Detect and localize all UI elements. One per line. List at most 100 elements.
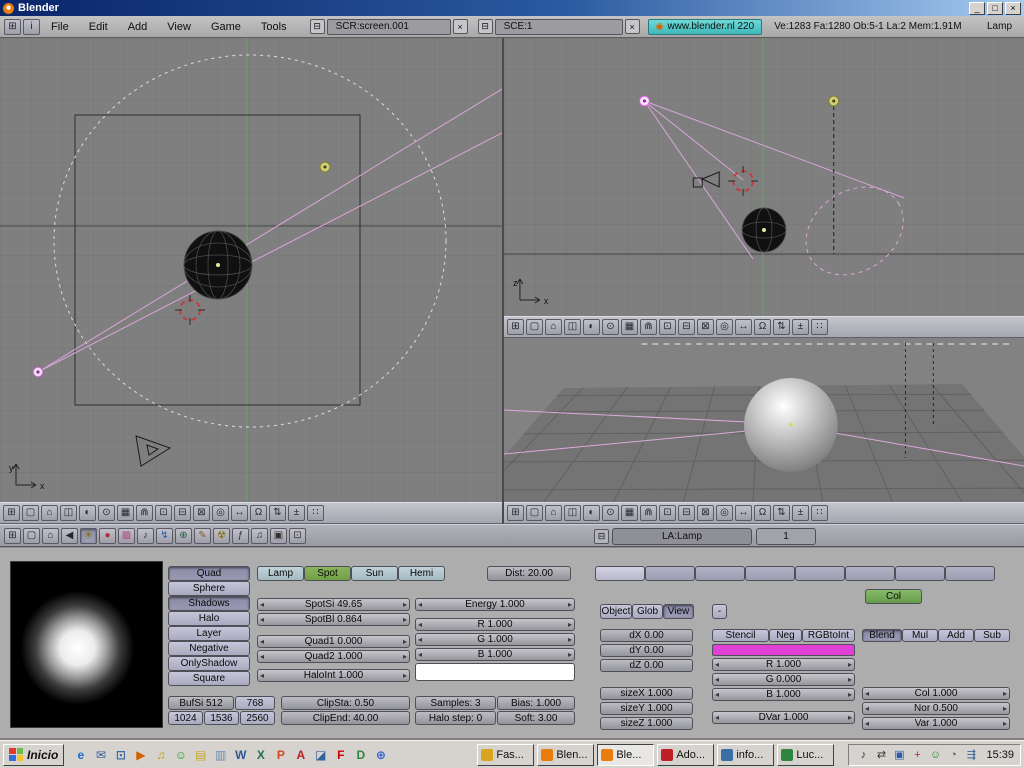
energy-slider[interactable]: Energy 1.000 [415, 598, 575, 611]
spotbl-slider[interactable]: SpotBl 0.864 [257, 613, 410, 626]
add-button[interactable]: Add [938, 629, 974, 642]
layers-icon[interactable]: ▦ [117, 505, 134, 521]
aspect-icon[interactable]: ⇅ [773, 319, 790, 335]
texture-color-bar[interactable] [712, 644, 855, 656]
home-icon[interactable]: ⌂ [545, 505, 562, 521]
animation-buttons-icon[interactable]: ♪ [137, 527, 154, 544]
snap-icon[interactable]: ± [792, 505, 809, 521]
halo-toggle[interactable]: Halo [168, 611, 250, 626]
pan-view-icon[interactable]: ↔ [231, 505, 248, 521]
scheduler-icon[interactable]: ◔ [945, 747, 961, 763]
powerpoint-icon[interactable]: P [271, 745, 290, 764]
tex-b-slider[interactable]: B 1.000 [712, 688, 855, 701]
taskbar-task-luc[interactable]: Luc... [777, 743, 835, 766]
paint-buttons-icon[interactable]: ✎ [194, 527, 211, 544]
info-icon[interactable]: i [23, 18, 40, 35]
fullscreen-icon[interactable]: ▢ [526, 505, 543, 521]
taskbar-task-ado[interactable]: Ado... [657, 743, 715, 766]
lamp-type-spot-button[interactable]: Spot [304, 566, 351, 581]
paste-attributes-icon[interactable]: ⊟ [678, 505, 695, 521]
sphere-object[interactable] [744, 378, 838, 472]
usb-icon[interactable]: ⇶ [963, 747, 979, 763]
maximize-button[interactable]: □ [987, 1, 1003, 15]
home-icon[interactable]: ⌂ [42, 527, 59, 544]
outlook-icon[interactable]: ✉ [91, 745, 110, 764]
sphere-toggle[interactable]: Sphere [168, 581, 250, 596]
nor-slider[interactable]: Nor 0.500 [862, 702, 1010, 715]
texture-channel-button[interactable] [595, 566, 645, 581]
back-icon[interactable]: ◀ [61, 527, 78, 544]
lock-icon[interactable]: ⋒ [136, 505, 153, 521]
paste-attributes-icon[interactable]: ⊟ [174, 505, 191, 521]
menu-game[interactable]: Game [202, 21, 250, 33]
lamp-type-sun-button[interactable]: Sun [351, 566, 398, 581]
stencil-button[interactable]: Stencil [712, 629, 769, 642]
pivot-icon[interactable]: ⊙ [602, 505, 619, 521]
r-slider[interactable]: R 1.000 [415, 618, 575, 631]
viewport-top[interactable]: y x ⊞ ▢ ⌂ ◫ ◐ ⊙ ▦ ⋒ ⊡ ⊟ ⊠ ◎ ↔ Ω ⇅ ± ∷ [0, 38, 502, 524]
object-mode-icon[interactable]: ◫ [564, 319, 581, 335]
coord-view-button[interactable]: View [663, 604, 694, 619]
square-toggle[interactable]: Square [168, 671, 250, 686]
quad-toggle[interactable]: Quad [168, 566, 250, 581]
screen-close-button[interactable]: × [452, 19, 468, 34]
draw-type-icon[interactable]: ◐ [583, 505, 600, 521]
editor-type-icon[interactable]: ⊞ [4, 527, 21, 544]
display-buttons-icon[interactable]: ▣ [270, 527, 287, 544]
viewport-camera-canvas[interactable] [504, 338, 1024, 502]
fullscreen-icon[interactable]: ▢ [23, 527, 40, 544]
taskbar-task-fas[interactable]: Fas... [477, 743, 535, 766]
notepad-icon[interactable]: ▥ [211, 745, 230, 764]
spotsi-slider[interactable]: SpotSi 49.65 [257, 598, 410, 611]
bufsi-field[interactable]: BufSi 512 [168, 696, 234, 710]
clipend-field[interactable]: ClipEnd: 40.00 [281, 711, 410, 725]
mul-button[interactable]: Mul [902, 629, 938, 642]
excel-icon[interactable]: X [251, 745, 270, 764]
blender-website-link[interactable]: ◉ www.blender.nl 220 [647, 18, 763, 35]
shadows-toggle[interactable]: Shadows [168, 596, 250, 611]
pivot-icon[interactable]: ⊙ [98, 505, 115, 521]
dots-icon[interactable]: ∷ [307, 505, 324, 521]
viewport-front[interactable]: z x ⊞ ▢ ⌂ ◫ ◐ ⊙ ▦ ⋒ ⊡ ⊟ ⊠ ◎ ↔ Ω ⇅ ± ∷ [502, 38, 1024, 338]
texture-channel-button[interactable] [645, 566, 695, 581]
viewport-top-canvas[interactable]: y x [0, 38, 502, 502]
flash-icon[interactable]: F [331, 745, 350, 764]
menu-tools[interactable]: Tools [252, 21, 296, 33]
bufsize-2560-button[interactable]: 2560 [240, 711, 275, 725]
lamp-color-swatch[interactable] [415, 663, 575, 681]
acrobat-icon[interactable]: A [291, 745, 310, 764]
haloint-slider[interactable]: HaloInt 1.000 [257, 669, 410, 682]
draw-type-icon[interactable]: ◐ [583, 319, 600, 335]
display-settings-icon[interactable]: ▣ [891, 747, 907, 763]
bias-field[interactable]: Bias: 1.000 [497, 696, 575, 710]
var-slider[interactable]: Var 1.000 [862, 717, 1010, 730]
viewport-camera[interactable]: ⊞ ▢ ⌂ ◫ ◐ ⊙ ▦ ⋒ ⊡ ⊟ ⊠ ◎ ↔ Ω ⇅ ± ∷ [502, 338, 1024, 524]
texture-channel-button[interactable] [745, 566, 795, 581]
lock-icon[interactable]: ⋒ [640, 319, 657, 335]
clipsta-field[interactable]: ClipSta: 0.50 [281, 696, 410, 710]
material-buttons-icon[interactable]: ● [99, 527, 116, 544]
script-buttons-icon[interactable]: ƒ [232, 527, 249, 544]
window-titlebar[interactable]: Blender _ □ × [0, 0, 1024, 16]
volume-icon[interactable]: ♪ [855, 747, 871, 763]
editor-type-icon[interactable]: ⊞ [4, 18, 21, 35]
lamp-type-lamp-button[interactable]: Lamp [257, 566, 304, 581]
menu-file[interactable]: File [42, 21, 78, 33]
taskbar-task-blen[interactable]: Blen... [537, 743, 595, 766]
texture-channel-button[interactable] [845, 566, 895, 581]
word-icon[interactable]: W [231, 745, 250, 764]
start-button[interactable]: Inicio [3, 743, 65, 766]
antivirus-icon[interactable]: + [909, 747, 925, 763]
sound-buttons-icon[interactable]: ♫ [251, 527, 268, 544]
copy-attributes-icon[interactable]: ⊡ [155, 505, 172, 521]
spotlight-object[interactable] [32, 366, 44, 378]
tex-g-slider[interactable]: G 0.000 [712, 673, 855, 686]
dx-field[interactable]: dX 0.00 [600, 629, 693, 642]
object-mode-icon[interactable]: ◫ [60, 505, 77, 521]
fullscreen-icon[interactable]: ▢ [526, 319, 543, 335]
sub-button[interactable]: Sub [974, 629, 1010, 642]
sphere-object[interactable] [183, 230, 253, 300]
col-map-button[interactable]: Col [865, 589, 922, 604]
scene-collapse-button[interactable]: ⊟ [477, 19, 493, 34]
tex-r-slider[interactable]: R 1.000 [712, 658, 855, 671]
